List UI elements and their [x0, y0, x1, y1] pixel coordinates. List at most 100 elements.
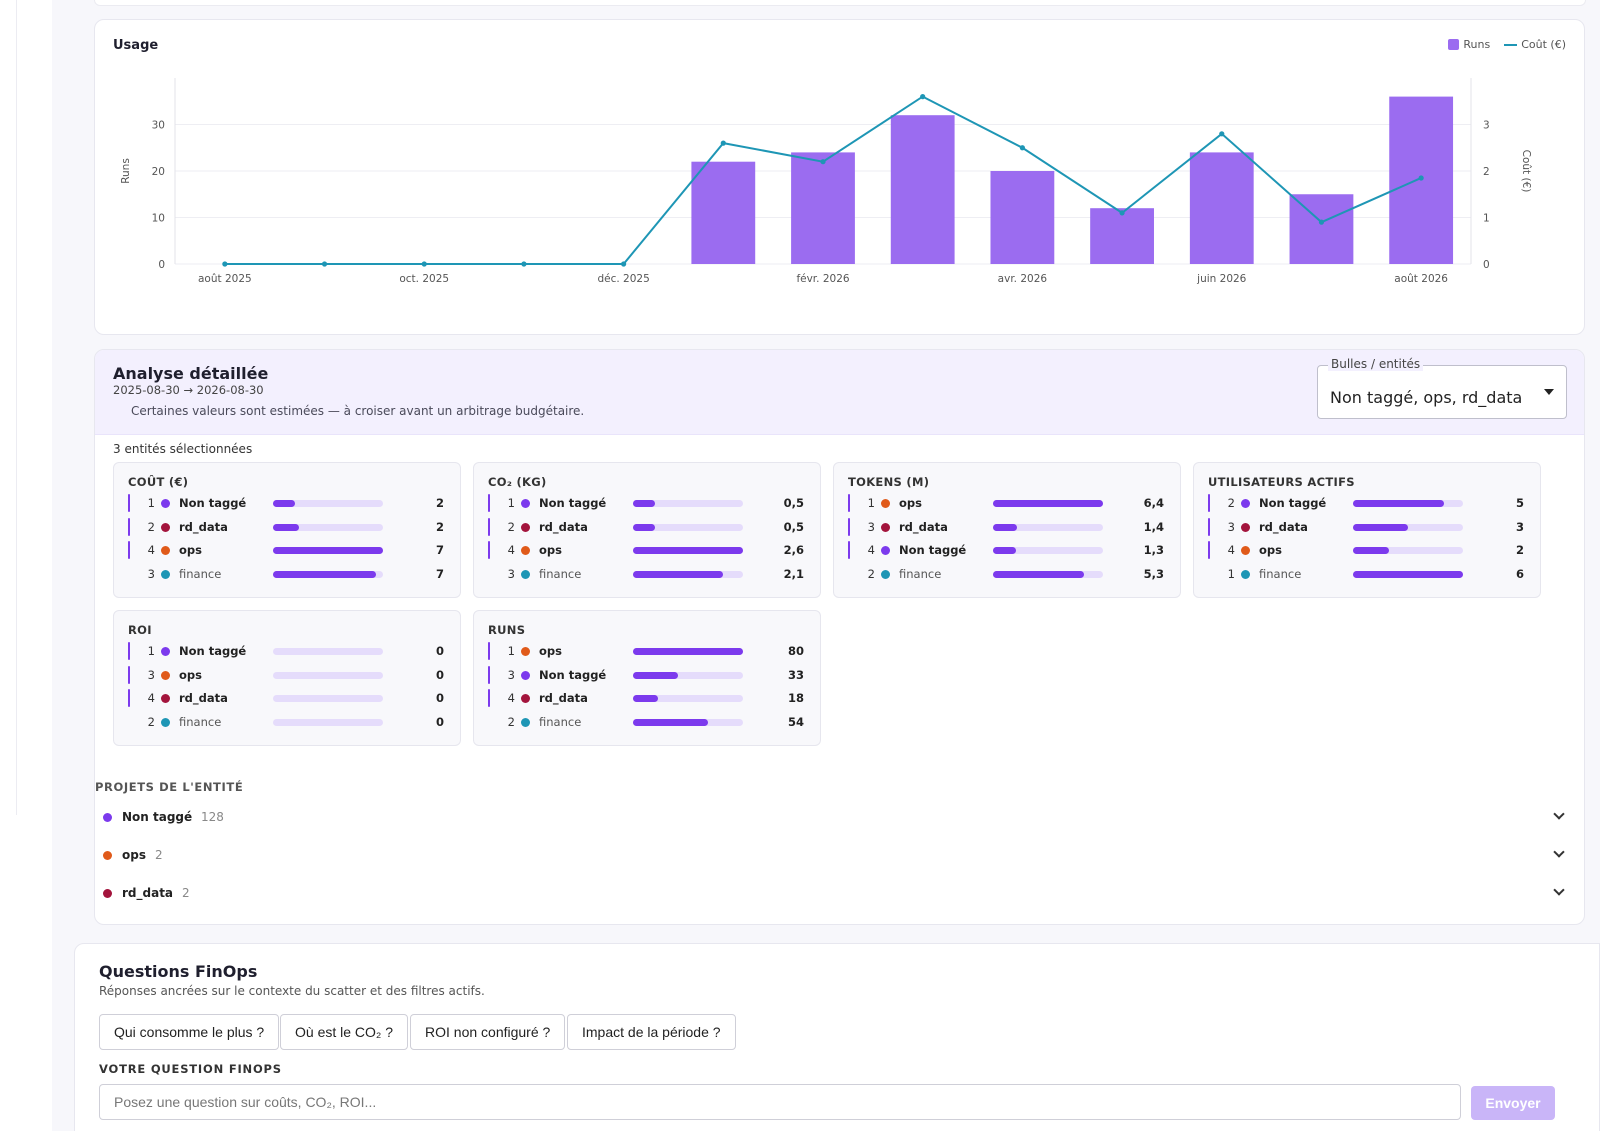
entity-dot [881, 522, 890, 532]
progress-fill [633, 718, 708, 726]
metric-value: 0,5 [783, 496, 804, 510]
metric-row[interactable]: 1 Non taggé 0 [128, 641, 450, 661]
runs-bar [691, 161, 756, 264]
progress-fill [273, 523, 300, 531]
estimate-note: Certaines valeurs sont estimées — à croi… [131, 404, 585, 418]
metric-row[interactable]: 3 ops 0 [128, 665, 450, 685]
rank: 1 [507, 644, 515, 658]
chevron-down-icon[interactable] [1553, 808, 1565, 820]
metric-row[interactable]: 4 rd_data 0 [128, 688, 450, 708]
y2-axis-title: Coût (€) [1520, 150, 1532, 193]
progress-track [633, 500, 743, 507]
entity-name: ops [539, 543, 562, 557]
metric-row[interactable]: 4 ops 2 [1208, 540, 1530, 560]
metric-row[interactable]: 1 ops 6,4 [848, 493, 1170, 513]
entity-name: Non taggé [539, 667, 607, 682]
metric-value: 54 [787, 714, 804, 729]
metric-card: CO₂ (KG) 1 Non taggé 0,5 2 rd_data 0,5 4 ops 2,6 3… [473, 462, 821, 598]
metric-row[interactable]: 3 finance 7 [128, 564, 450, 584]
chart-legend: Runs Coût (€) [1440, 38, 1566, 51]
progress-fill [633, 695, 659, 702]
metric-row[interactable]: 1 ops 80 [488, 641, 810, 661]
metric-value: 18 [787, 691, 804, 705]
progress-track [633, 695, 743, 702]
legend-runs-swatch [1448, 39, 1460, 50]
finops-card: Questions FinOps Réponses ancrées sur le… [74, 943, 1600, 1131]
rank: 3 [507, 667, 515, 682]
metric-row[interactable]: 4 rd_data 18 [488, 688, 810, 708]
chevron-down-icon[interactable] [1553, 846, 1565, 858]
legend-runs-label: Runs [1463, 38, 1491, 51]
entity-name: ops [1259, 543, 1282, 557]
project-count: 2 [182, 886, 190, 900]
rank: 2 [507, 519, 515, 534]
metric-row[interactable]: 2 finance 5,3 [848, 564, 1170, 584]
rank: 4 [147, 543, 155, 557]
cost-point [920, 94, 926, 100]
metric-row[interactable]: 2 Non taggé 5 [1208, 493, 1530, 513]
rail-divider [16, 0, 17, 815]
legend-cost-label: Coût (€) [1521, 38, 1566, 51]
y2-tick-label: 1 [1483, 213, 1490, 225]
project-row[interactable]: rd_data 2 [95, 882, 1569, 906]
metric-card: ROI 1 Non taggé 0 3 ops 0 4 rd_data 0 2 finance 0 [113, 610, 461, 746]
x-tick-label: oct. 2025 [399, 273, 449, 285]
cost-point [421, 261, 427, 267]
progress-track [273, 718, 383, 726]
cost-point [1418, 175, 1424, 181]
metric-row[interactable]: 4 ops 2,6 [488, 540, 810, 560]
send-button[interactable]: Envoyer [1471, 1086, 1555, 1120]
legend-cost[interactable]: Coût (€) [1504, 38, 1566, 51]
metric-row[interactable]: 1 finance 6 [1208, 564, 1530, 584]
rank: 1 [1227, 566, 1235, 581]
project-row[interactable]: Non taggé 128 [95, 806, 1569, 830]
metric-row[interactable]: 3 rd_data 1,4 [848, 517, 1170, 537]
chevron-down-icon[interactable] [1553, 884, 1565, 896]
finops-subtitle: Réponses ancrées sur le contexte du scat… [99, 984, 485, 998]
metric-row[interactable]: 2 finance 0 [128, 712, 450, 732]
metric-row[interactable]: 4 ops 7 [128, 540, 450, 560]
progress-fill [1353, 570, 1463, 578]
y-axis-title: Runs [120, 158, 132, 184]
rank: 4 [1227, 543, 1235, 557]
metric-value: 7 [435, 543, 444, 557]
metric-row[interactable]: 3 finance 2,1 [488, 564, 810, 584]
rank: 3 [867, 519, 875, 534]
progress-fill [633, 500, 655, 507]
legend-runs[interactable]: Runs [1448, 38, 1490, 51]
rank: 3 [147, 566, 155, 581]
entity-select[interactable]: Bulles / entités Non taggé, ops, rd_data [1317, 357, 1567, 419]
metric-row[interactable]: 2 rd_data 2 [128, 517, 450, 537]
progress-track [273, 523, 383, 531]
metric-value: 80 [787, 644, 804, 658]
entity-name: Non taggé [899, 543, 967, 557]
metric-row[interactable]: 1 Non taggé 0,5 [488, 493, 810, 513]
metric-row[interactable]: 2 rd_data 0,5 [488, 517, 810, 537]
entity-name: finance [179, 714, 222, 729]
metric-row[interactable]: 4 Non taggé 1,3 [848, 540, 1170, 560]
rank: 1 [867, 496, 875, 510]
analysis-header: Analyse détaillée 2025-08-30 → 2026-08-3… [95, 350, 1584, 435]
chip-co2[interactable]: Où est le CO₂ ? [280, 1014, 409, 1050]
x-tick-label: juin 2026 [1196, 273, 1247, 285]
metric-row[interactable]: 1 Non taggé 2 [128, 493, 450, 513]
entity-dot [161, 522, 170, 532]
cost-point [222, 261, 228, 267]
metric-row[interactable]: 3 rd_data 3 [1208, 517, 1530, 537]
metric-row[interactable]: 2 finance 54 [488, 712, 810, 732]
x-tick-label: févr. 2026 [796, 273, 849, 285]
chip-roi[interactable]: ROI non configuré ? [410, 1014, 566, 1050]
progress-track [993, 500, 1103, 507]
usage-title: Usage [113, 38, 159, 53]
metric-row[interactable]: 3 Non taggé 33 [488, 665, 810, 685]
entity-dot [161, 717, 170, 727]
entity-name: rd_data [1259, 519, 1308, 534]
question-input[interactable] [99, 1084, 1461, 1120]
metric-title: TOKENS (M) [848, 475, 930, 489]
chip-top-consumer[interactable]: Qui consomme le plus ? [99, 1014, 280, 1050]
metric-value: 2,6 [783, 543, 804, 557]
rank: 2 [867, 566, 875, 581]
chip-period-impact[interactable]: Impact de la période ? [567, 1014, 736, 1050]
progress-track [273, 500, 383, 507]
project-row[interactable]: ops 2 [95, 844, 1569, 868]
